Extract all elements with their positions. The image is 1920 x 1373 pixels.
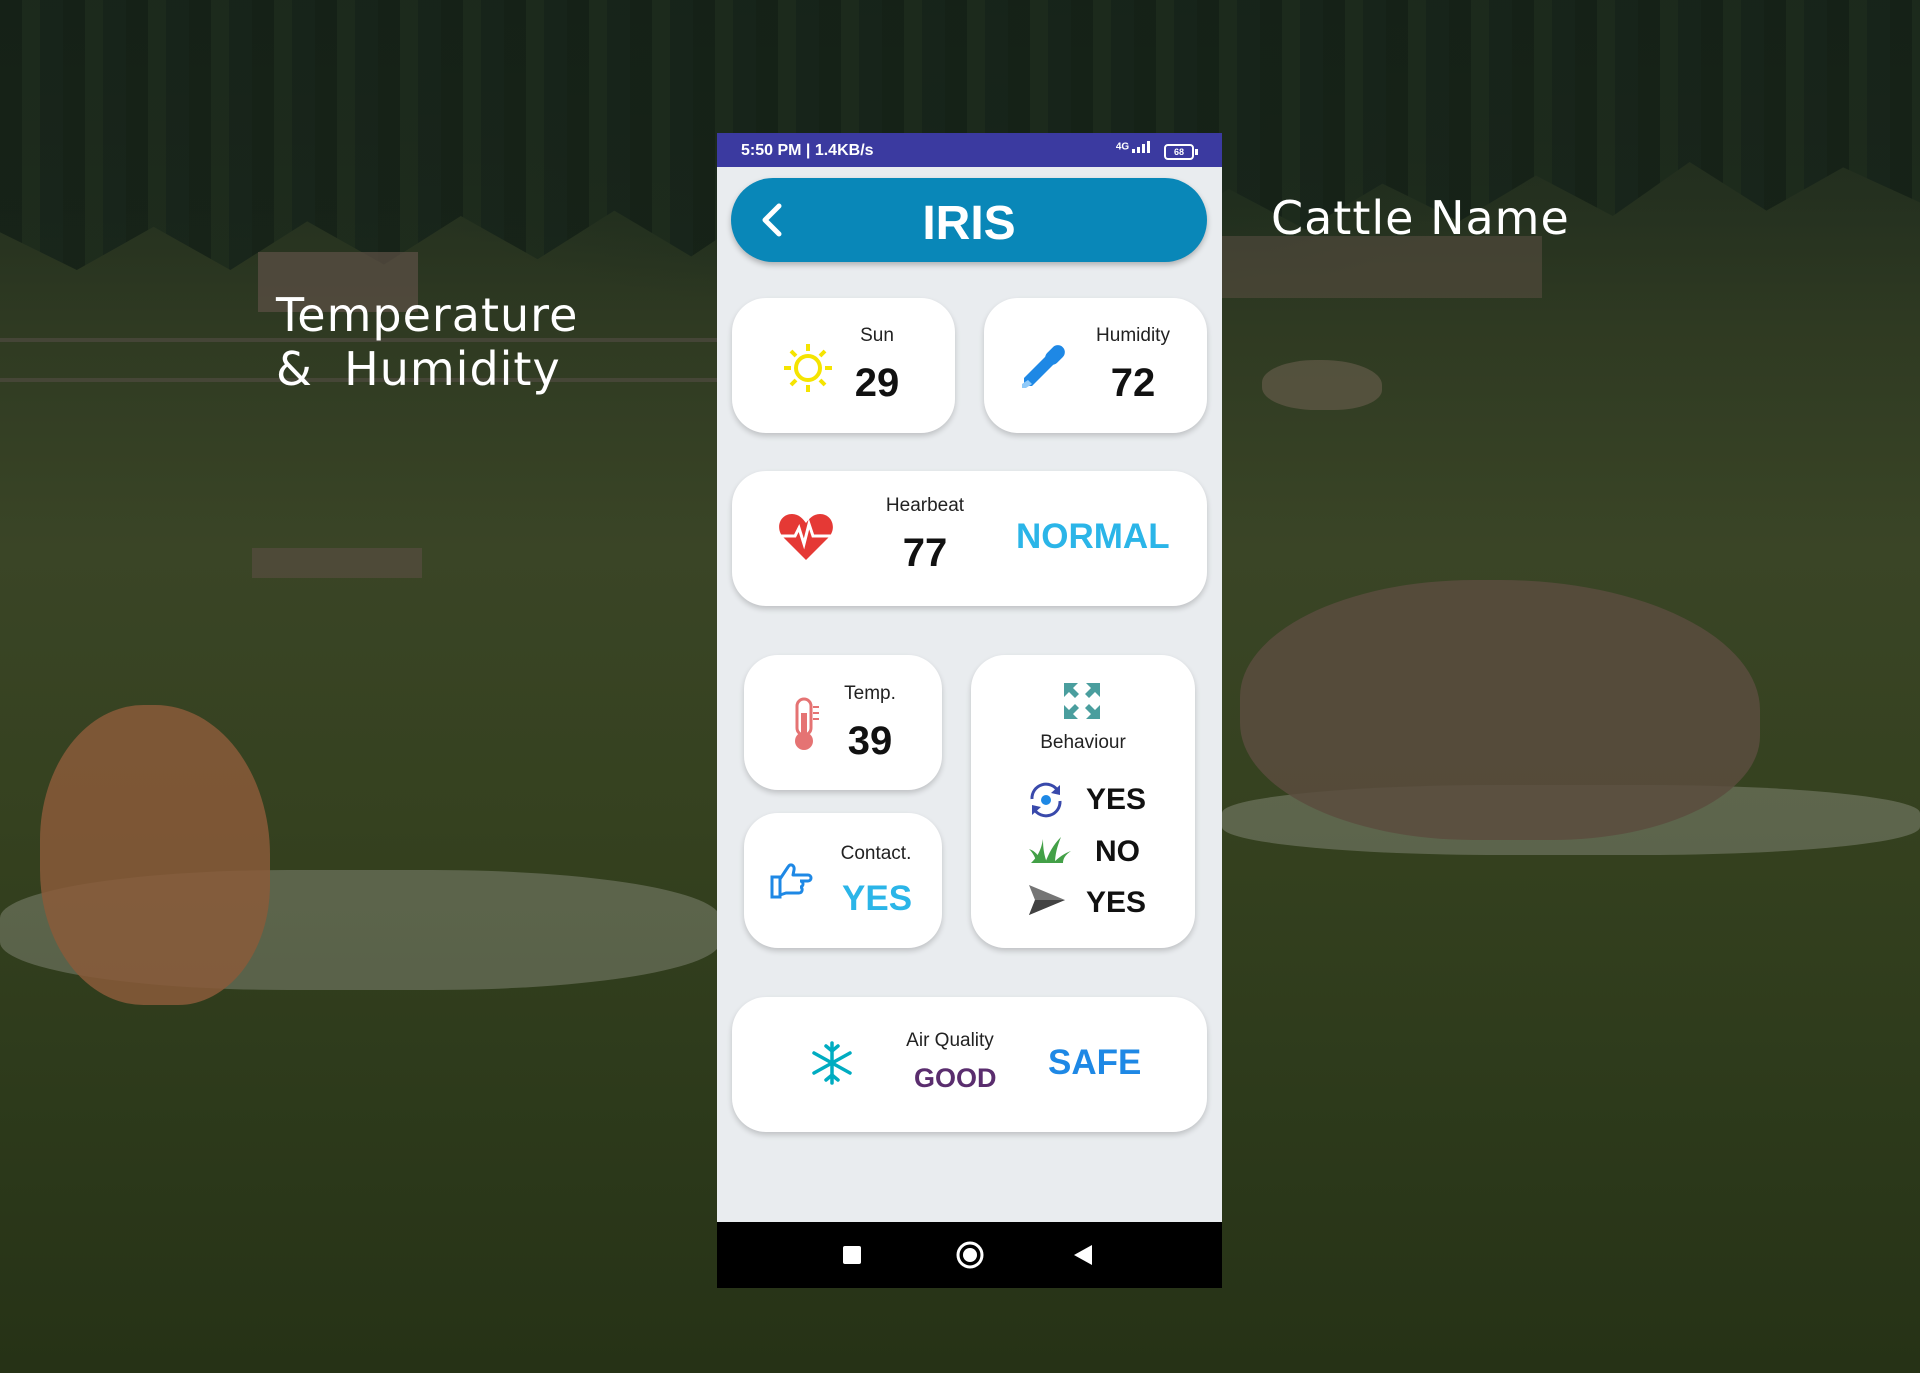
battery-icon: 68 — [1164, 144, 1198, 160]
thermometer-icon — [795, 697, 819, 750]
status-time: 5:50 PM | 1.4KB/s — [741, 142, 874, 159]
network-label: 4G — [1115, 141, 1130, 153]
background-cow — [1240, 580, 1760, 840]
air-quality-label: Air Quality — [906, 1030, 994, 1051]
send-arrow-icon — [1029, 885, 1065, 915]
background-cow — [1262, 360, 1382, 410]
background-barn — [1222, 236, 1542, 298]
temperature-label: Temp. — [844, 683, 896, 704]
sun-value: 29 — [854, 361, 900, 405]
sun-card[interactable]: Sun 29 — [732, 298, 955, 433]
status-bar: 5:50 PM | 1.4KB/s 4G 68 — [717, 133, 1222, 167]
back-nav-button[interactable] — [1072, 1243, 1094, 1267]
app-header: IRIS — [731, 178, 1207, 262]
air-quality-value: GOOD — [914, 1063, 997, 1093]
heartbeat-card[interactable]: Hearbeat 77 NORMAL — [732, 471, 1207, 606]
humidity-card[interactable]: Humidity 72 — [984, 298, 1207, 433]
snowflake-icon — [812, 1041, 852, 1085]
recent-apps-button[interactable] — [842, 1245, 862, 1265]
rotate-icon — [1030, 782, 1062, 818]
heartbeat-label: Hearbeat — [885, 495, 965, 516]
background-cow — [40, 705, 270, 1005]
behaviour-row-3-value: YES — [1086, 886, 1147, 919]
heartbeat-status: NORMAL — [1016, 517, 1170, 556]
heartbeat-value: 77 — [902, 531, 948, 575]
behaviour-card[interactable]: Behaviour YES NO YES — [971, 655, 1195, 948]
contact-status: YES — [842, 879, 913, 918]
sun-label: Sun — [860, 325, 894, 346]
temperature-value: 39 — [847, 719, 893, 763]
behaviour-row-2-value: NO — [1095, 835, 1140, 868]
thumbs-pointing-icon — [770, 863, 813, 899]
heart-pulse-icon — [779, 514, 833, 560]
background-bench — [252, 548, 422, 578]
humidity-label: Humidity — [1096, 325, 1170, 346]
dropper-icon — [1022, 345, 1065, 388]
air-quality-status: SAFE — [1048, 1043, 1142, 1082]
cattle-name-title: IRIS — [922, 197, 1016, 250]
behaviour-row-1-value: YES — [1086, 783, 1147, 816]
temperature-card[interactable]: Temp. 39 — [744, 655, 942, 790]
temperature-humidity-caption: Temperature & Humidity — [276, 288, 579, 396]
grass-icon — [1029, 837, 1071, 863]
expand-arrows-icon — [1064, 683, 1100, 719]
air-quality-card[interactable]: Air Quality GOOD SAFE — [732, 997, 1207, 1132]
cattle-name-caption: Cattle Name — [1271, 191, 1570, 245]
home-button[interactable] — [955, 1240, 985, 1270]
humidity-value: 72 — [1110, 361, 1156, 405]
behaviour-label: Behaviour — [1040, 732, 1126, 753]
android-nav-bar — [717, 1222, 1222, 1288]
signal-icon: 4G — [1116, 141, 1154, 153]
phone-screen: 5:50 PM | 1.4KB/s 4G 68 IRIS Sun 29 Humi… — [717, 133, 1222, 1288]
contact-card[interactable]: Contact. YES — [744, 813, 942, 948]
contact-label: Contact. — [840, 843, 912, 864]
sun-icon — [784, 344, 832, 392]
